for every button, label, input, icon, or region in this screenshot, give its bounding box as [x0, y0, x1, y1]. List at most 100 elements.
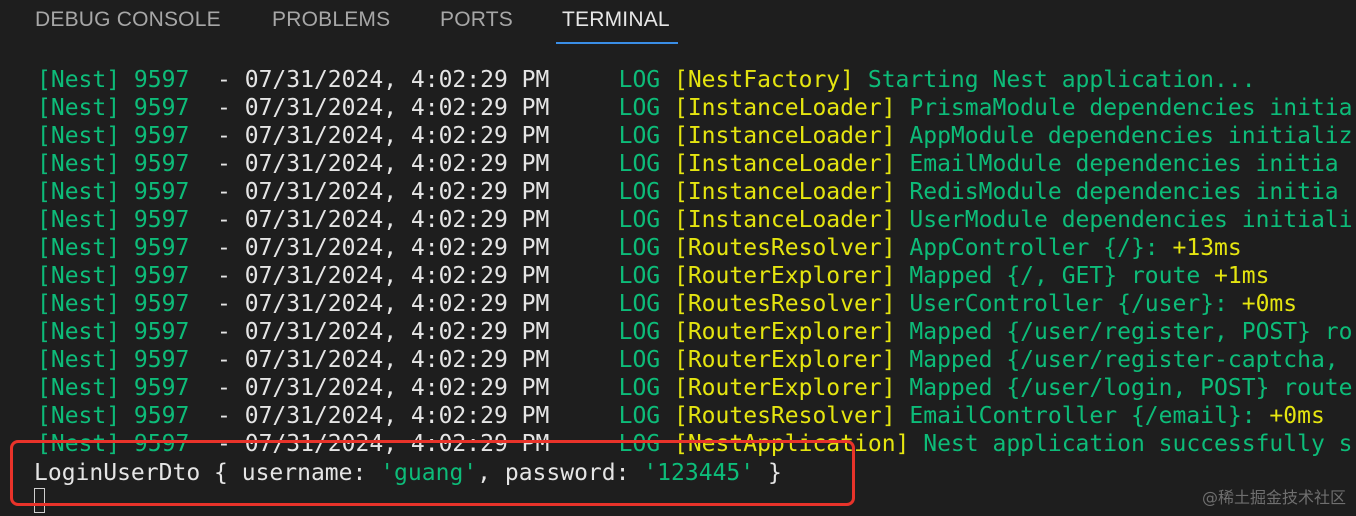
tab-ports[interactable]: PORTS — [440, 8, 513, 32]
dto-name: LoginUserDto — [34, 460, 201, 486]
log-prefix: [Nest] 9597 — [37, 179, 218, 205]
log-message: PrismaModule dependencies initia — [895, 95, 1353, 121]
log-line: [Nest] 9597 - 07/31/2024, 4:02:29 PM LOG… — [37, 150, 1339, 178]
terminal-panel: DEBUG CONSOLE PROBLEMS PORTS TERMINAL [N… — [0, 0, 1356, 516]
terminal-output[interactable]: [Nest] 9597 - 07/31/2024, 4:02:29 PM LOG… — [0, 62, 1356, 516]
log-context: [InstanceLoader] — [673, 207, 896, 233]
log-timestamp: 07/31/2024, 4:02:29 PM — [244, 95, 550, 121]
log-timing: +1ms — [1214, 263, 1270, 289]
log-level: LOG — [549, 319, 674, 345]
log-level: LOG — [549, 291, 674, 317]
log-line: [Nest] 9597 - 07/31/2024, 4:02:29 PM LOG… — [37, 262, 1269, 290]
log-message: Mapped {/user/register, POST} ro — [895, 319, 1353, 345]
terminal-cursor — [34, 488, 45, 513]
log-prefix: [Nest] 9597 — [37, 207, 218, 233]
log-dash: - — [217, 375, 245, 401]
log-message: Nest application successfully s — [909, 431, 1353, 457]
log-dash: - — [217, 207, 245, 233]
log-level: LOG — [549, 235, 674, 261]
log-timestamp: 07/31/2024, 4:02:29 PM — [244, 67, 550, 93]
panel-tab-bar: DEBUG CONSOLE PROBLEMS PORTS TERMINAL — [0, 0, 1356, 48]
tab-debug-console[interactable]: DEBUG CONSOLE — [35, 8, 221, 32]
log-message: RedisModule dependencies initia — [895, 179, 1339, 205]
log-dash: - — [217, 319, 245, 345]
log-context: [RouterExplorer] — [673, 347, 896, 373]
dto-output-line: LoginUserDto { username: 'guang', passwo… — [34, 459, 782, 487]
dto-value-username: 'guang' — [380, 460, 478, 486]
log-context: [RoutesResolver] — [673, 403, 896, 429]
tab-terminal[interactable]: TERMINAL — [562, 8, 670, 32]
log-timestamp: 07/31/2024, 4:02:29 PM — [244, 235, 550, 261]
log-timestamp: 07/31/2024, 4:02:29 PM — [244, 263, 550, 289]
log-dash: - — [217, 179, 245, 205]
log-context: [RouterExplorer] — [673, 375, 896, 401]
log-line: [Nest] 9597 - 07/31/2024, 4:02:29 PM LOG… — [37, 206, 1353, 234]
log-context: [InstanceLoader] — [673, 179, 896, 205]
log-message: Mapped {/, GET} route — [895, 263, 1215, 289]
dto-key-password: password: — [504, 460, 644, 486]
dto-close-brace: } — [754, 460, 782, 486]
log-line: [Nest] 9597 - 07/31/2024, 4:02:29 PM LOG… — [37, 66, 1256, 94]
tab-problems[interactable]: PROBLEMS — [272, 8, 390, 32]
log-prefix: [Nest] 9597 — [37, 375, 218, 401]
log-level: LOG — [549, 67, 674, 93]
dto-value-password: '123445' — [643, 460, 755, 486]
log-timestamp: 07/31/2024, 4:02:29 PM — [244, 151, 550, 177]
log-prefix: [Nest] 9597 — [37, 403, 218, 429]
log-dash: - — [217, 263, 245, 289]
log-context: [NestApplication] — [673, 431, 910, 457]
dto-open-brace: { — [200, 460, 242, 486]
log-line: [Nest] 9597 - 07/31/2024, 4:02:29 PM LOG… — [37, 318, 1353, 346]
log-dash: - — [217, 95, 245, 121]
log-prefix: [Nest] 9597 — [37, 263, 218, 289]
log-dash: - — [217, 291, 245, 317]
log-level: LOG — [549, 179, 674, 205]
log-prefix: [Nest] 9597 — [37, 67, 218, 93]
log-level: LOG — [549, 431, 674, 457]
log-level: LOG — [549, 95, 674, 121]
log-timing: +0ms — [1269, 403, 1325, 429]
log-prefix: [Nest] 9597 — [37, 95, 218, 121]
log-level: LOG — [549, 263, 674, 289]
log-message: Starting Nest application... — [854, 67, 1256, 93]
log-context: [RoutesResolver] — [673, 235, 896, 261]
log-timestamp: 07/31/2024, 4:02:29 PM — [244, 347, 550, 373]
log-message: AppModule dependencies initializ — [895, 123, 1353, 149]
log-line: [Nest] 9597 - 07/31/2024, 4:02:29 PM LOG… — [37, 290, 1297, 318]
log-prefix: [Nest] 9597 — [37, 123, 218, 149]
log-line: [Nest] 9597 - 07/31/2024, 4:02:29 PM LOG… — [37, 122, 1353, 150]
log-timing: +0ms — [1241, 291, 1298, 317]
log-line: [Nest] 9597 - 07/31/2024, 4:02:29 PM LOG… — [37, 178, 1339, 206]
log-prefix: [Nest] 9597 — [37, 291, 218, 317]
log-dash: - — [217, 431, 245, 457]
log-message: EmailModule dependencies initia — [895, 151, 1339, 177]
log-level: LOG — [549, 207, 674, 233]
log-context: [RoutesResolver] — [673, 291, 896, 317]
active-tab-indicator — [556, 42, 678, 44]
log-dash: - — [217, 347, 245, 373]
log-timestamp: 07/31/2024, 4:02:29 PM — [244, 375, 550, 401]
log-line: [Nest] 9597 - 07/31/2024, 4:02:29 PM LOG… — [37, 234, 1242, 262]
log-timestamp: 07/31/2024, 4:02:29 PM — [244, 207, 550, 233]
log-timestamp: 07/31/2024, 4:02:29 PM — [244, 319, 550, 345]
log-prefix: [Nest] 9597 — [37, 235, 218, 261]
log-context: [RouterExplorer] — [673, 319, 896, 345]
log-prefix: [Nest] 9597 — [37, 347, 218, 373]
log-line: [Nest] 9597 - 07/31/2024, 4:02:29 PM LOG… — [37, 94, 1353, 122]
log-line: [Nest] 9597 - 07/31/2024, 4:02:29 PM LOG… — [37, 374, 1353, 402]
log-level: LOG — [549, 375, 674, 401]
log-context: [NestFactory] — [673, 67, 854, 93]
log-level: LOG — [549, 151, 674, 177]
log-level: LOG — [549, 403, 674, 429]
log-message: AppController {/}: — [895, 235, 1173, 261]
dto-key-username: username: — [241, 460, 381, 486]
log-dash: - — [217, 403, 245, 429]
log-timestamp: 07/31/2024, 4:02:29 PM — [244, 291, 550, 317]
log-timestamp: 07/31/2024, 4:02:29 PM — [244, 179, 550, 205]
log-context: [InstanceLoader] — [673, 123, 896, 149]
log-timestamp: 07/31/2024, 4:02:29 PM — [244, 403, 550, 429]
log-context: [InstanceLoader] — [673, 95, 896, 121]
log-dash: - — [217, 67, 245, 93]
log-timestamp: 07/31/2024, 4:02:29 PM — [244, 123, 550, 149]
log-prefix: [Nest] 9597 — [37, 151, 218, 177]
